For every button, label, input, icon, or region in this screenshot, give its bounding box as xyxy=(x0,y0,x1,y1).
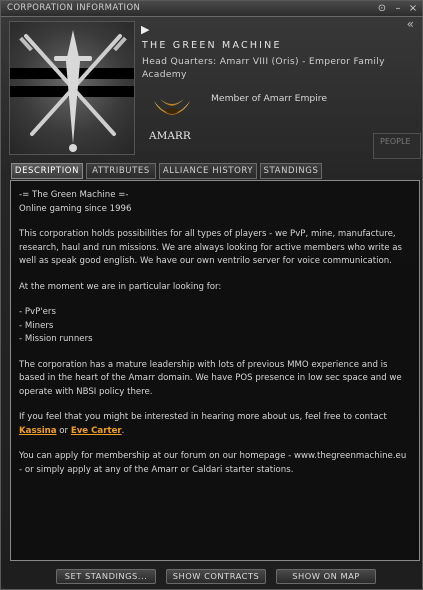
minimize-icon[interactable]: – xyxy=(392,3,404,15)
faction-name: AMARR xyxy=(149,130,191,142)
contact-link-kassina[interactable]: Kassina xyxy=(19,426,57,436)
contact-link-eve-carter[interactable]: Eve Carter xyxy=(71,426,122,436)
list-item: - Mission runners xyxy=(19,334,93,344)
amarr-emblem-icon xyxy=(150,95,194,125)
people-tab[interactable]: PEOPLE xyxy=(373,133,421,159)
description-paragraph-4: If you feel that you might be interested… xyxy=(19,412,387,436)
close-icon[interactable]: × xyxy=(407,3,419,15)
membership-label[interactable]: Member of Amarr Empire xyxy=(211,93,327,104)
title-bar[interactable]: CORPORATION INFORMATION ⊙ – × xyxy=(1,1,422,17)
window-title: CORPORATION INFORMATION xyxy=(7,3,141,13)
description-paragraph-5: You can apply for membership at our foru… xyxy=(19,451,407,475)
headquarters-label[interactable]: Head Quarters: Amarr VIII (Oris) - Emper… xyxy=(142,55,417,81)
tab-attributes[interactable]: ATTRIBUTES xyxy=(86,163,156,179)
list-item: - PvP'ers xyxy=(19,307,56,317)
corporation-info-window: CORPORATION INFORMATION ⊙ – × « ▶ THE GR… xyxy=(0,0,423,590)
description-paragraph-1: This corporation holds possibilities for… xyxy=(19,229,402,266)
set-standings-button[interactable]: SET STANDINGS... xyxy=(56,569,156,584)
tab-description[interactable]: DESCRIPTION xyxy=(11,163,83,179)
description-panel[interactable]: -= The Green Machine =- Online gaming si… xyxy=(10,180,420,561)
recruitment-list: - PvP'ers - Miners - Mission runners xyxy=(19,306,411,347)
tab-standings[interactable]: STANDINGS xyxy=(260,163,322,179)
options-icon[interactable]: ⊙ xyxy=(376,3,388,15)
corporation-name: THE GREEN MACHINE xyxy=(142,40,282,51)
description-paragraph-2: At the moment we are in particular looki… xyxy=(19,281,222,292)
show-contracts-button[interactable]: SHOW CONTRACTS xyxy=(166,569,266,584)
show-on-map-button[interactable]: SHOW ON MAP xyxy=(276,569,376,584)
description-paragraph-3: The corporation has a mature leadership … xyxy=(19,359,402,397)
list-item: - Miners xyxy=(19,320,54,331)
expand-arrow-icon[interactable]: ▶ xyxy=(141,23,149,36)
tab-alliance-history[interactable]: ALLIANCE HISTORY xyxy=(159,163,257,179)
collapse-arrows-icon[interactable]: « xyxy=(407,17,414,31)
corporation-logo xyxy=(9,21,135,155)
intro-line-1: -= The Green Machine =- xyxy=(19,190,129,200)
intro-line-2: Online gaming since 1996 xyxy=(19,203,132,214)
